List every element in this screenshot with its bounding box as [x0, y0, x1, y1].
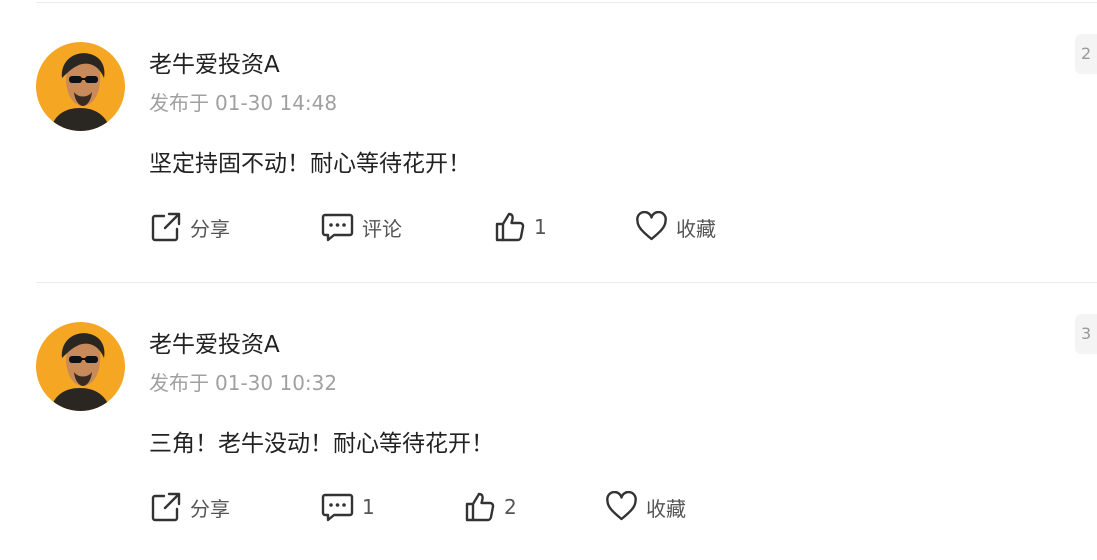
time-value: 01-30 10:32: [215, 371, 338, 395]
comment-label: 评论: [362, 216, 402, 241]
like-count: 2: [504, 495, 517, 519]
share-button[interactable]: 分享: [150, 485, 230, 529]
favorite-label: 收藏: [676, 216, 716, 241]
comment-button[interactable]: 1: [321, 485, 375, 529]
post-time: 发布于 01-30 14:48: [149, 87, 337, 116]
share-button[interactable]: 分享: [150, 205, 230, 249]
share-label: 分享: [190, 216, 230, 241]
post-item: 老牛爱投资A 发布于 01-30 10:32 三角！老牛没动！耐心等待花开！ 3 …: [0, 280, 1097, 560]
action-bar: 分享 评论 1 收藏: [0, 205, 1097, 249]
comment-count: 1: [362, 495, 375, 519]
avatar[interactable]: [36, 322, 125, 411]
avatar-image: [36, 42, 125, 131]
post-content[interactable]: 三角！老牛没动！耐心等待花开！: [149, 424, 494, 458]
post-content[interactable]: 坚定持固不动！耐心等待花开！: [149, 144, 471, 178]
time-prefix: 发布于: [149, 91, 209, 115]
author-name[interactable]: 老牛爱投资A: [149, 45, 280, 79]
heart-icon: [636, 211, 667, 241]
thumbs-up-icon: [465, 492, 495, 522]
share-label: 分享: [190, 496, 230, 521]
heart-icon: [606, 491, 637, 521]
time-value: 01-30 14:48: [215, 91, 338, 115]
author-name[interactable]: 老牛爱投资A: [149, 325, 280, 359]
post-time: 发布于 01-30 10:32: [149, 367, 337, 396]
like-count: 1: [534, 215, 547, 239]
post-item: 老牛爱投资A 发布于 01-30 14:48 坚定持固不动！耐心等待花开！ 2 分…: [0, 0, 1097, 280]
share-icon: [151, 212, 181, 242]
favorite-label: 收藏: [646, 496, 686, 521]
avatar[interactable]: [36, 42, 125, 131]
thumbs-up-icon: [495, 212, 525, 242]
comment-button[interactable]: 评论: [321, 205, 402, 249]
favorite-button[interactable]: 收藏: [605, 485, 686, 529]
action-bar: 分享 1 2 收藏: [0, 485, 1097, 529]
floor-badge: 3: [1075, 314, 1097, 354]
favorite-button[interactable]: 收藏: [635, 205, 716, 249]
floor-badge: 2: [1075, 34, 1097, 74]
like-button[interactable]: 1: [494, 205, 547, 249]
comment-icon: [321, 213, 354, 242]
avatar-image: [36, 322, 125, 411]
comment-icon: [321, 493, 354, 522]
time-prefix: 发布于: [149, 371, 209, 395]
share-icon: [151, 492, 181, 522]
like-button[interactable]: 2: [464, 485, 517, 529]
